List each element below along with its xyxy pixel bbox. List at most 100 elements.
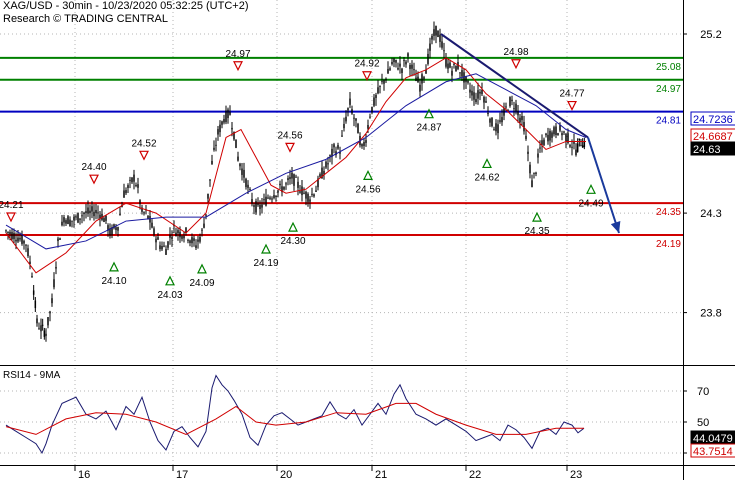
candle-body (305, 191, 307, 199)
candle-body (15, 239, 17, 242)
candle-body (169, 234, 171, 238)
rsi-tick-label: 50 (697, 417, 709, 429)
candle-body (175, 232, 177, 237)
candle-body (223, 119, 225, 123)
low-label: 24.87 (416, 123, 441, 134)
candle-body (387, 68, 389, 74)
candle-body (165, 249, 167, 255)
candle-body (379, 85, 381, 87)
candle-body (235, 139, 237, 148)
rsi-line (5, 374, 585, 455)
candle-body (97, 212, 99, 214)
candle-body (49, 311, 51, 314)
candle-body (91, 206, 93, 212)
candle-body (477, 90, 479, 99)
candle-body (515, 103, 517, 112)
candle-body (553, 127, 555, 135)
low-label: 24.35 (524, 226, 549, 237)
y-tick-label: 25.2 (700, 29, 721, 41)
candle-body (503, 108, 505, 116)
x-tick-label: 16 (78, 469, 90, 480)
candle-body (103, 218, 105, 222)
candle-body (297, 181, 299, 188)
rsi-badge-label: 44.0479 (693, 433, 733, 445)
high-marker (139, 150, 149, 161)
candle-body (127, 185, 129, 188)
candle-body (143, 212, 145, 214)
candle-body (197, 239, 199, 242)
candle-body (413, 69, 415, 71)
x-tick-label: 20 (280, 469, 292, 480)
candle-body (261, 204, 263, 208)
candle-body (327, 163, 329, 165)
candle-body (517, 110, 519, 116)
y-tick-label: 23.8 (700, 308, 721, 320)
candle-body (541, 140, 543, 145)
candle-body (469, 89, 471, 93)
candle-body (447, 63, 449, 69)
candle-body (137, 184, 139, 188)
candle-body (551, 132, 553, 138)
candle-body (187, 239, 189, 241)
candle-body (479, 91, 481, 94)
candle-body (9, 231, 11, 235)
candle-body (373, 97, 375, 106)
high-label: 24.40 (81, 162, 106, 173)
candle-body (219, 124, 221, 133)
projection-line (587, 137, 620, 234)
high-marker (511, 59, 521, 70)
candle-body (493, 129, 495, 131)
high-label: 24.52 (131, 138, 156, 149)
candle-body (333, 144, 335, 148)
candle-body (87, 207, 89, 214)
candle-body (337, 145, 339, 149)
candle-body (211, 160, 213, 165)
price-chart: 25.2 24.3 23.8 16 17 20 21 22 23 25.08 24.97 24.81 2… (0, 0, 735, 480)
high-label: 24.21 (0, 200, 24, 211)
candle-body (578, 138, 581, 140)
high-label: 24.77 (559, 89, 584, 100)
candle-body (225, 110, 227, 123)
candle-body (193, 238, 195, 241)
candle-body (433, 29, 435, 36)
low-marker (197, 263, 207, 274)
candle-body (273, 195, 275, 198)
candle-body (181, 236, 183, 239)
candle-body (576, 143, 579, 152)
candle-body (259, 204, 261, 209)
projection-arrowhead (610, 220, 621, 233)
candle-body (59, 238, 61, 240)
candle-body (397, 68, 399, 70)
candle-body (537, 153, 539, 158)
candle-body (89, 210, 91, 214)
candle-body (357, 123, 359, 134)
candle-body (205, 214, 207, 216)
candle-body (419, 84, 421, 92)
candle-body (13, 232, 15, 240)
candle-body (511, 99, 513, 102)
candle-body (385, 78, 387, 81)
candle-body (455, 65, 457, 72)
rsi-title: RSI14 - 9MA (3, 370, 61, 381)
low-label: 24.10 (101, 276, 126, 287)
candle-body (105, 215, 107, 221)
x-tick-label: 17 (176, 469, 188, 480)
candle-body (95, 209, 97, 214)
candle-body (83, 212, 85, 215)
x-tick-label: 22 (469, 469, 481, 480)
candle-body (427, 53, 429, 64)
candle-body (563, 131, 565, 133)
candle-body (65, 220, 67, 224)
candle-body (19, 237, 21, 240)
candle-body (583, 141, 586, 147)
candle-body (403, 60, 405, 62)
x-tick-label: 23 (570, 469, 582, 480)
candle-body (167, 241, 169, 248)
candle-body (467, 80, 469, 83)
candle-body (267, 197, 269, 199)
candle-body (251, 199, 253, 204)
candle-body (383, 80, 385, 84)
candle-body (189, 240, 191, 243)
candle-body (417, 76, 419, 83)
candle-body (23, 240, 25, 244)
